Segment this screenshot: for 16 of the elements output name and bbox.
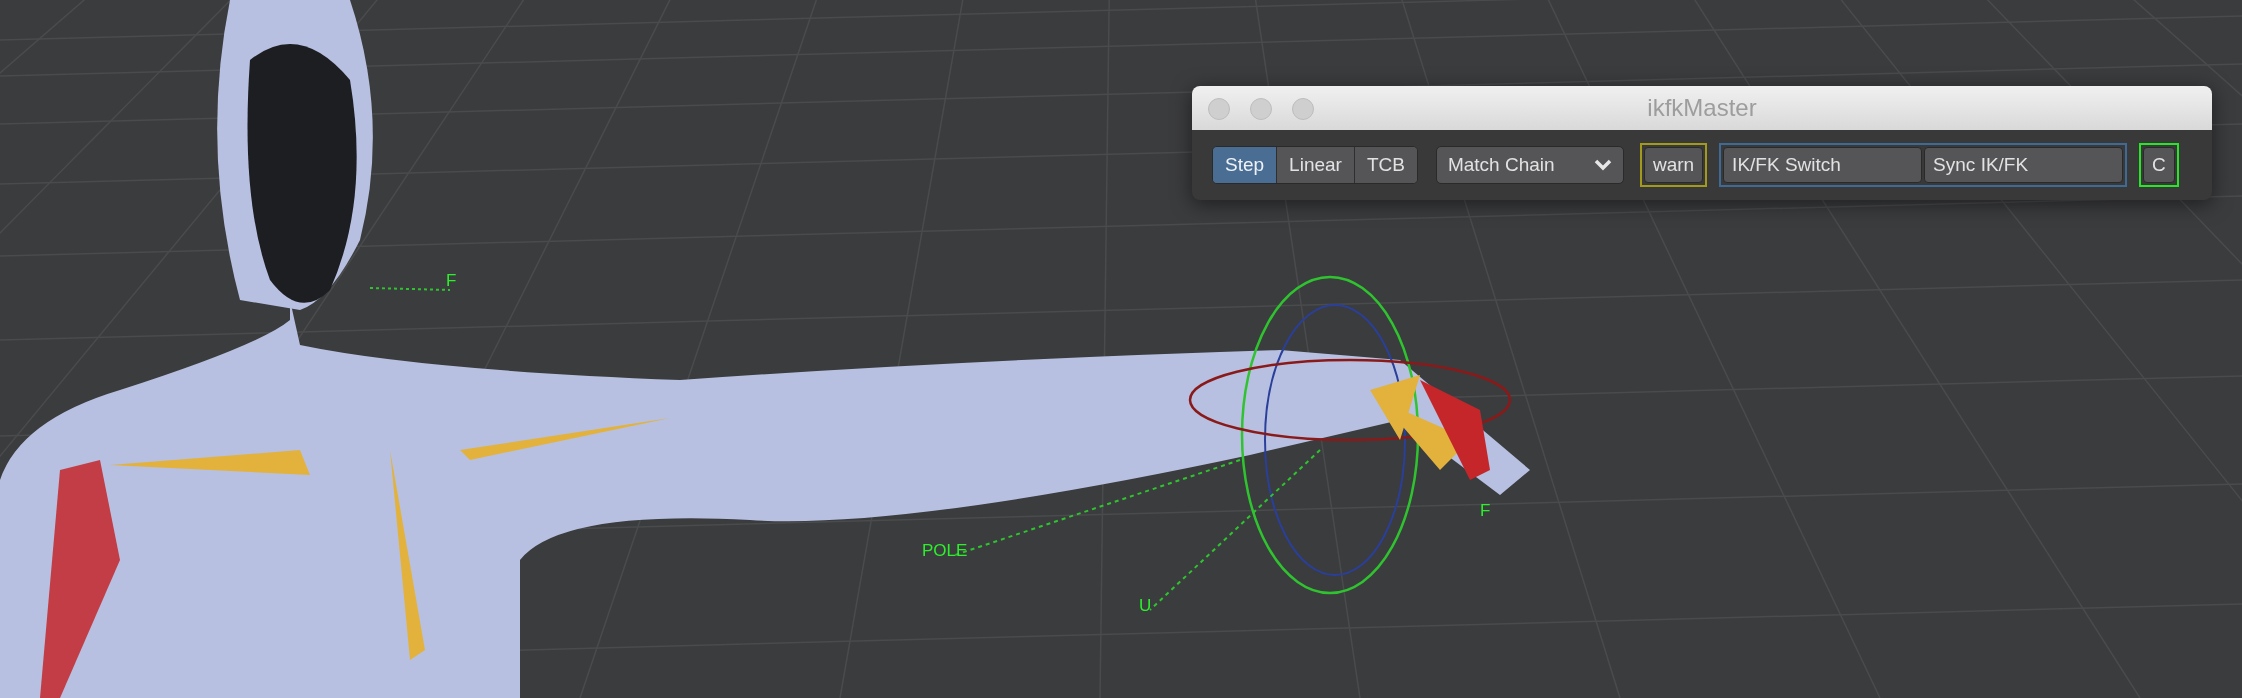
viewport-label: F (446, 272, 457, 289)
minimize-button[interactable] (1250, 98, 1272, 120)
toolbar-button[interactable]: Sync IK/FK (1924, 147, 2124, 183)
maximize-button[interactable] (1292, 98, 1314, 120)
toolbar-button[interactable]: C (2143, 147, 2175, 183)
chevron-down-icon (1593, 159, 1612, 171)
close-button[interactable] (1208, 98, 1230, 120)
match-chain-dropdown[interactable]: Match Chain (1435, 146, 1624, 184)
viewport-label: U (1139, 597, 1152, 614)
viewport-label: POLE (922, 542, 968, 559)
toolbar-button[interactable]: warn (1643, 147, 1704, 183)
window-title: ikfkMaster (1647, 93, 1757, 123)
interpolation-tab[interactable]: TCB (1353, 147, 1417, 183)
viewport-label: F (1480, 502, 1491, 519)
toolbar-button[interactable]: IK/FK Switch (1723, 147, 1923, 183)
interpolation-tab[interactable]: Step (1213, 147, 1277, 183)
